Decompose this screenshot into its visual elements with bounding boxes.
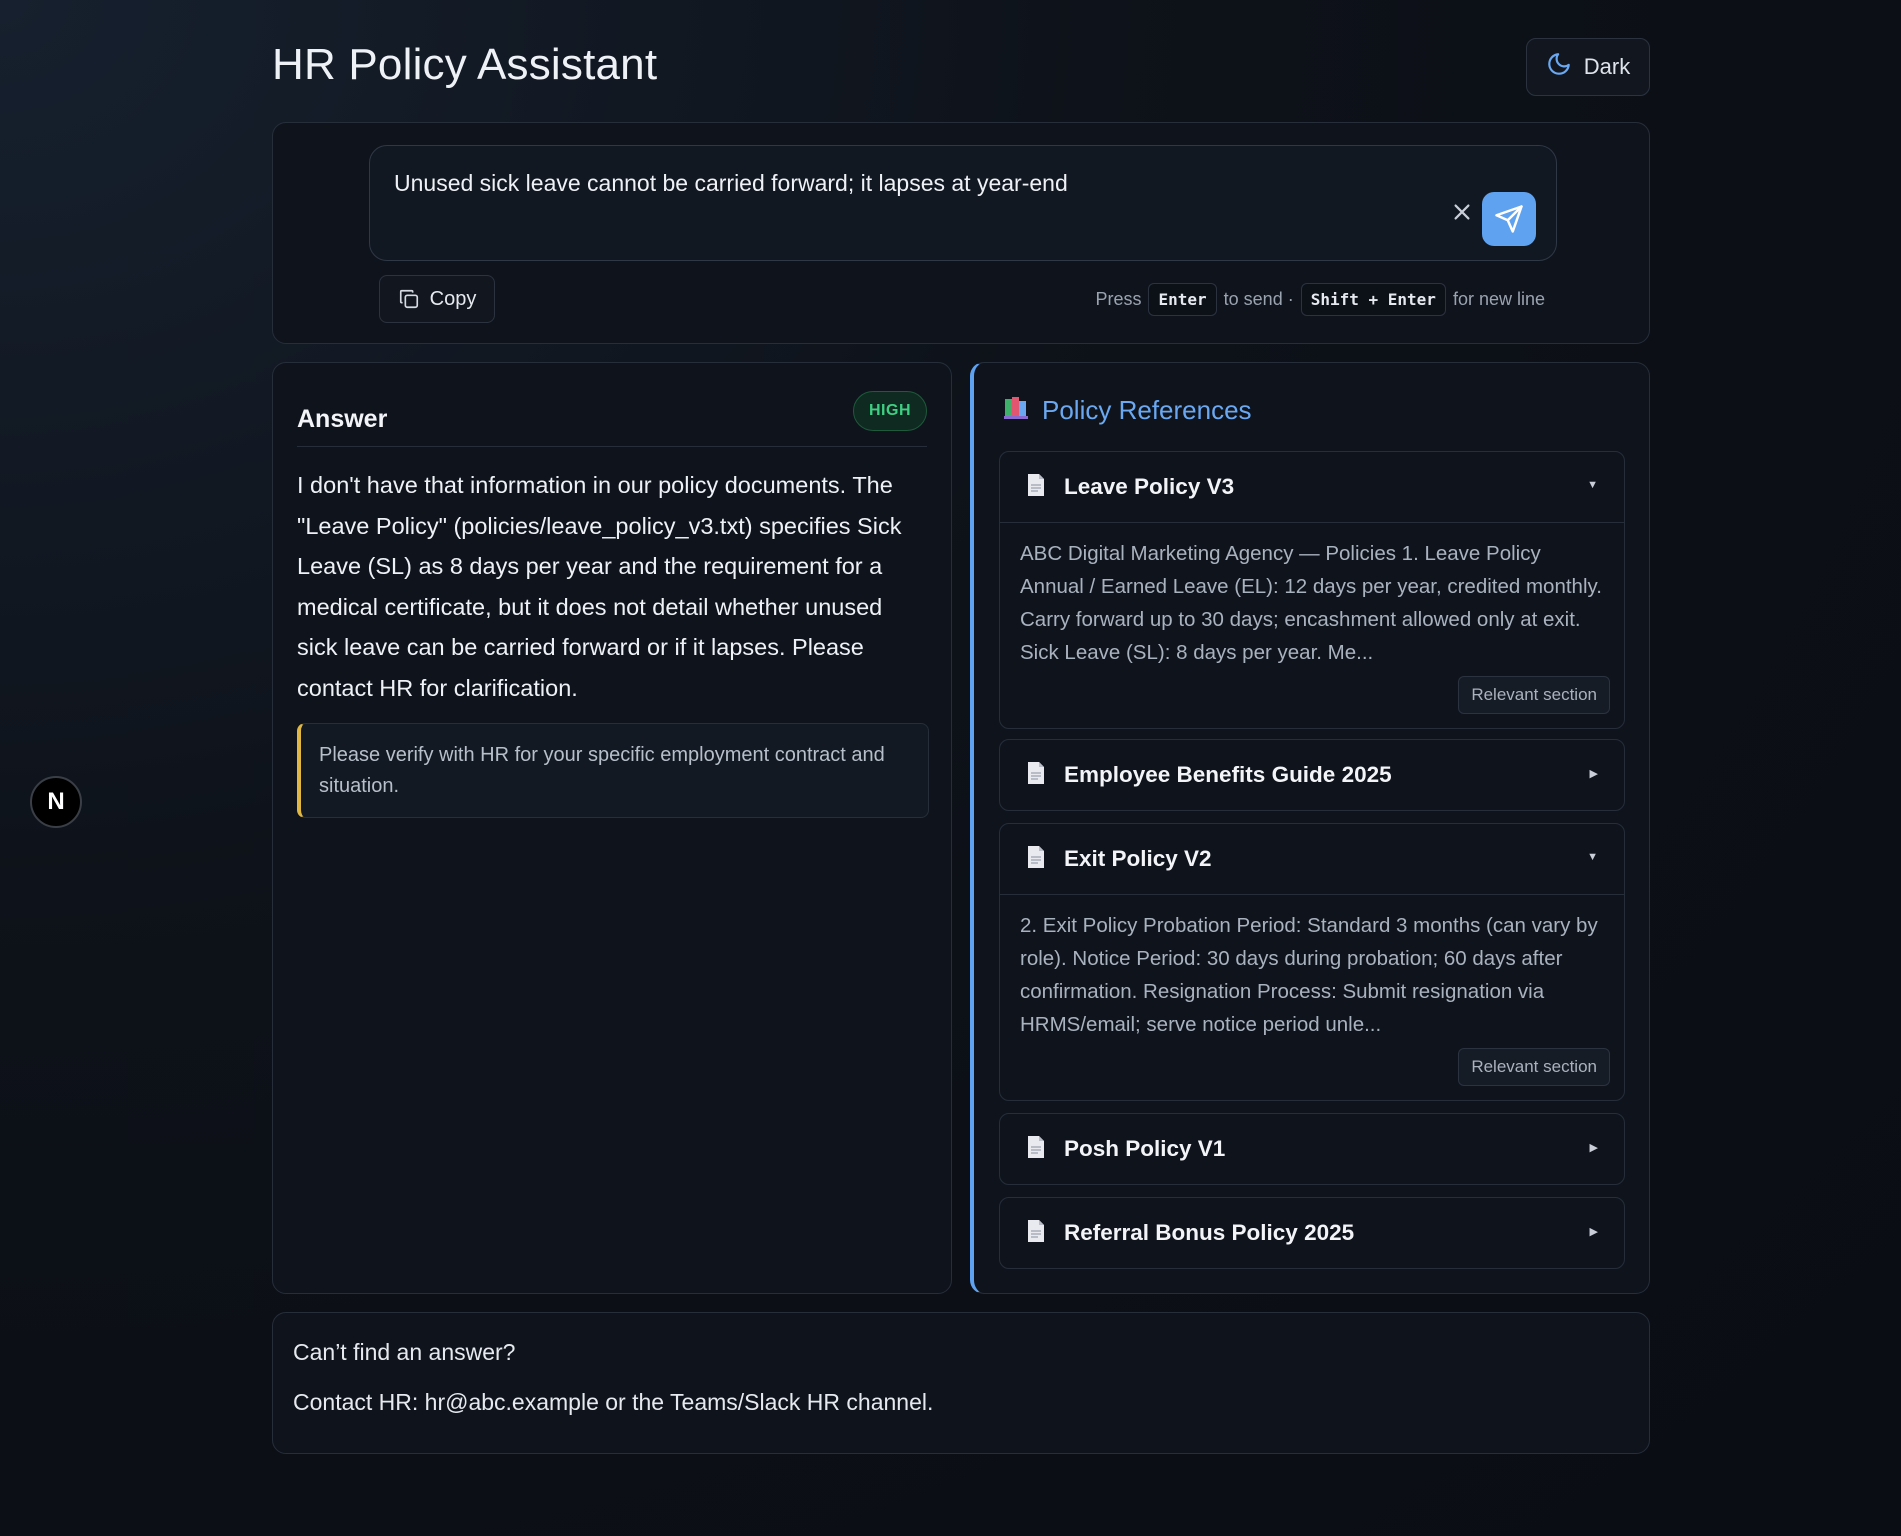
relevant-section-button[interactable]: Relevant section [1458, 676, 1610, 714]
document-icon [1026, 1135, 1046, 1164]
reference-body: 2. Exit Policy Probation Period: Standar… [1000, 894, 1624, 1100]
help-card: Can’t find an answer? Contact HR: hr@abc… [272, 1312, 1650, 1454]
hint-to-send: to send · [1223, 289, 1294, 309]
enter-key: Enter [1148, 283, 1217, 316]
reference-item: Exit Policy V2 ▼ 2. Exit Policy Probatio… [999, 823, 1625, 1101]
document-icon [1026, 1219, 1046, 1248]
policy-references-card: Policy References Leave Policy V3 ▼ ABC … [970, 362, 1650, 1294]
query-input[interactable]: Unused sick leave cannot be carried forw… [369, 145, 1557, 261]
reference-item: Employee Benefits Guide 2025 ▶ [999, 739, 1625, 811]
verification-note: Please verify with HR for your specific … [297, 723, 929, 818]
reference-body: ABC Digital Marketing Agency — Policies … [1000, 522, 1624, 728]
answer-card: Answer HIGH I don't have that informatio… [272, 362, 952, 1294]
references-title: Policy References [1042, 395, 1252, 425]
answer-text: I don't have that information in our pol… [297, 472, 902, 701]
theme-toggle-button[interactable]: Dark [1526, 38, 1650, 96]
reference-header[interactable]: Referral Bonus Policy 2025 ▶ [1000, 1198, 1624, 1268]
keyboard-hint: Press Enter to send · Shift + Enter for … [1095, 283, 1545, 316]
theme-toggle-label: Dark [1583, 54, 1631, 79]
reference-item: Posh Policy V1 ▶ [999, 1113, 1625, 1185]
close-icon [1454, 204, 1470, 220]
answer-title: Answer [297, 405, 388, 433]
send-icon [1495, 205, 1523, 233]
page-title: HR Policy Assistant [272, 40, 658, 89]
document-icon [1026, 473, 1046, 502]
reference-header[interactable]: Employee Benefits Guide 2025 ▶ [1000, 740, 1624, 810]
caret-right-icon[interactable]: ▶ [1590, 1141, 1598, 1154]
document-icon [1026, 845, 1046, 874]
references-heading: Policy References [1002, 393, 1252, 428]
reference-excerpt: 2. Exit Policy Probation Period: Standar… [1020, 914, 1598, 1036]
reference-name: Employee Benefits Guide 2025 [1064, 762, 1392, 787]
shift-enter-key: Shift + Enter [1300, 283, 1446, 316]
app-container: HR Policy Assistant Dark Unused sick lea… [272, 0, 1650, 1454]
reference-header[interactable]: Exit Policy V2 ▼ [1000, 824, 1624, 894]
relevant-section-button[interactable]: Relevant section [1458, 1048, 1610, 1086]
query-input-text[interactable]: Unused sick leave cannot be carried forw… [394, 170, 1068, 197]
caret-right-icon[interactable]: ▶ [1590, 767, 1598, 780]
reference-item: Leave Policy V3 ▼ ABC Digital Marketing … [999, 451, 1625, 729]
confidence-badge: HIGH [853, 391, 927, 431]
header: HR Policy Assistant Dark [272, 0, 1650, 122]
hint-new-line: for new line [1452, 289, 1545, 309]
reference-header[interactable]: Posh Policy V1 ▶ [1000, 1114, 1624, 1184]
reference-name: Leave Policy V3 [1064, 474, 1235, 499]
help-question: Can’t find an answer? [293, 1339, 516, 1365]
help-contact: Contact HR: hr@abc.example or the Teams/… [293, 1389, 934, 1415]
query-card: Unused sick leave cannot be carried forw… [272, 122, 1650, 344]
reference-excerpt: ABC Digital Marketing Agency — Policies … [1020, 542, 1602, 664]
reference-header[interactable]: Leave Policy V3 ▼ [1000, 452, 1624, 522]
hint-press: Press [1095, 289, 1142, 309]
reference-name: Exit Policy V2 [1064, 846, 1212, 871]
copy-button[interactable]: Copy [379, 275, 495, 323]
reference-item: Referral Bonus Policy 2025 ▶ [999, 1197, 1625, 1269]
dev-tools-badge[interactable]: N [30, 776, 82, 828]
moon-icon [1546, 51, 1572, 83]
caret-right-icon[interactable]: ▶ [1590, 1225, 1598, 1238]
document-icon [1026, 761, 1046, 790]
answer-header: Answer HIGH [297, 387, 927, 447]
reference-name: Posh Policy V1 [1064, 1136, 1226, 1161]
caret-down-icon[interactable]: ▼ [1587, 479, 1598, 491]
caret-down-icon[interactable]: ▼ [1587, 851, 1598, 863]
send-button[interactable] [1482, 192, 1536, 246]
reference-name: Referral Bonus Policy 2025 [1064, 1220, 1355, 1245]
clear-button[interactable] [1448, 200, 1476, 228]
books-icon [1002, 393, 1030, 428]
copy-icon [399, 289, 418, 309]
copy-button-label: Copy [429, 287, 477, 310]
